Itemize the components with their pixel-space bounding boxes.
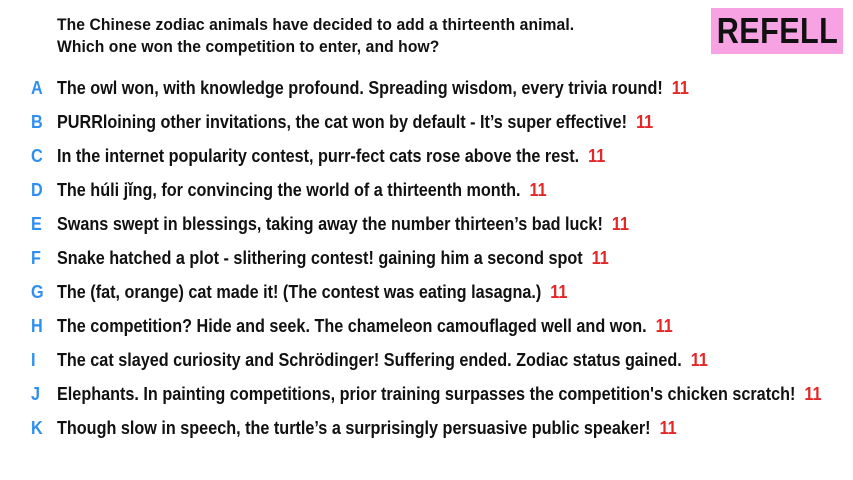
answer-score: 11 bbox=[690, 350, 708, 370]
team-name-badge: REFELL bbox=[711, 8, 843, 54]
question-line-1: The Chinese zodiac animals have decided … bbox=[57, 15, 575, 34]
answer-text: Swans swept in blessings, taking away th… bbox=[57, 214, 603, 234]
answer-text: The owl won, with knowledge profound. Sp… bbox=[57, 78, 663, 98]
answer-row-f: F Snake hatched a plot - slithering cont… bbox=[0, 245, 853, 271]
answer-row-g: G The (fat, orange) cat made it! (The co… bbox=[0, 279, 853, 305]
answer-text: Snake hatched a plot - slithering contes… bbox=[57, 248, 583, 268]
answer-text-container: The húli jǐng, for convincing the world … bbox=[57, 177, 547, 203]
answer-letter: J bbox=[31, 384, 41, 404]
answer-letter: G bbox=[31, 282, 44, 302]
answer-text: Though slow in speech, the turtle’s a su… bbox=[57, 418, 651, 438]
answer-score: 11 bbox=[611, 214, 629, 234]
question-prompt: The Chinese zodiac animals have decided … bbox=[57, 14, 609, 58]
answer-row-b: B PURRloining other invitations, the cat… bbox=[0, 109, 853, 135]
answer-letter: C bbox=[31, 146, 43, 166]
answer-row-k: K Though slow in speech, the turtle’s a … bbox=[0, 415, 853, 441]
answer-score: 11 bbox=[671, 78, 689, 98]
answer-letter: F bbox=[31, 248, 41, 268]
answer-text: The competition? Hide and seek. The cham… bbox=[57, 316, 647, 336]
answer-text-container: The (fat, orange) cat made it! (The cont… bbox=[57, 279, 567, 305]
answer-text: The cat slayed curiosity and Schrödinger… bbox=[57, 350, 682, 370]
answer-score: 11 bbox=[636, 112, 654, 132]
answer-score: 11 bbox=[804, 384, 822, 404]
answer-row-j: J Elephants. In painting competitions, p… bbox=[0, 381, 853, 407]
answer-text-container: The competition? Hide and seek. The cham… bbox=[57, 313, 673, 339]
answer-score: 11 bbox=[550, 282, 568, 302]
answer-row-h: H The competition? Hide and seek. The ch… bbox=[0, 313, 853, 339]
answer-text: The húli jǐng, for convincing the world … bbox=[57, 180, 521, 200]
answer-letter: K bbox=[31, 418, 43, 438]
answer-text-container: The owl won, with knowledge profound. Sp… bbox=[57, 75, 689, 101]
answer-letter: D bbox=[31, 180, 43, 200]
answer-row-i: I The cat slayed curiosity and Schröding… bbox=[0, 347, 853, 373]
team-name-label: REFELL bbox=[716, 10, 838, 51]
answer-score: 11 bbox=[655, 316, 673, 336]
answer-score: 11 bbox=[659, 418, 677, 438]
answer-text-container: Elephants. In painting competitions, pri… bbox=[57, 381, 822, 407]
answer-row-a: A The owl won, with knowledge profound. … bbox=[0, 75, 853, 101]
answer-letter: E bbox=[31, 214, 42, 234]
answer-text-container: In the internet popularity contest, purr… bbox=[57, 143, 605, 169]
answer-text: In the internet popularity contest, purr… bbox=[57, 146, 580, 166]
answer-row-c: C In the internet popularity contest, pu… bbox=[0, 143, 853, 169]
answer-text-container: Swans swept in blessings, taking away th… bbox=[57, 211, 629, 237]
answer-row-e: E Swans swept in blessings, taking away … bbox=[0, 211, 853, 237]
answer-text-container: Though slow in speech, the turtle’s a su… bbox=[57, 415, 677, 441]
answer-score: 11 bbox=[591, 248, 609, 268]
answer-score: 11 bbox=[588, 146, 606, 166]
answer-text-container: The cat slayed curiosity and Schrödinger… bbox=[57, 347, 708, 373]
answer-row-d: D The húli jǐng, for convincing the worl… bbox=[0, 177, 853, 203]
answer-text-container: PURRloining other invitations, the cat w… bbox=[57, 109, 653, 135]
question-line-2: Which one won the competition to enter, … bbox=[57, 37, 440, 56]
answer-letter: A bbox=[31, 78, 43, 98]
answer-text: PURRloining other invitations, the cat w… bbox=[57, 112, 628, 132]
answer-text-container: Snake hatched a plot - slithering contes… bbox=[57, 245, 609, 271]
answer-text: Elephants. In painting competitions, pri… bbox=[57, 384, 796, 404]
answer-letter: B bbox=[31, 112, 43, 132]
answer-letter: H bbox=[31, 316, 43, 336]
answer-text: The (fat, orange) cat made it! (The cont… bbox=[57, 282, 542, 302]
answer-score: 11 bbox=[529, 180, 547, 200]
answer-letter: I bbox=[31, 350, 36, 370]
